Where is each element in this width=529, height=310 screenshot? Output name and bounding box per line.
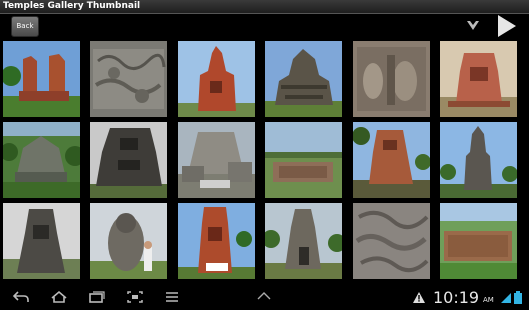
back-nav-icon[interactable]: [12, 290, 30, 304]
thumbnail-17[interactable]: [353, 203, 430, 279]
play-icon[interactable]: [496, 14, 518, 38]
action-bar: [0, 14, 529, 38]
back-button[interactable]: Back: [11, 16, 39, 37]
screenshot-icon[interactable]: [126, 290, 144, 304]
thumbnail-5[interactable]: [353, 41, 430, 117]
thumbnail-2[interactable]: [90, 41, 167, 117]
thumbnail-9[interactable]: [178, 122, 255, 198]
clock-time: 10:19: [433, 288, 480, 307]
thumbnail-14[interactable]: [90, 203, 167, 279]
thumbnail-3[interactable]: [178, 41, 255, 117]
overflow-menu-icon[interactable]: [466, 18, 480, 32]
title-bar: Temples Gallery Thumbnail: [0, 0, 529, 14]
thumbnail-7[interactable]: [3, 122, 80, 198]
thumbnail-8[interactable]: [90, 122, 167, 198]
thumbnail-grid: [3, 41, 523, 284]
warning-icon: [413, 292, 425, 303]
thumbnail-4[interactable]: [265, 41, 342, 117]
thumbnail-10[interactable]: [265, 122, 342, 198]
home-icon[interactable]: [50, 290, 68, 304]
chevron-up-icon[interactable]: [256, 290, 272, 302]
signal-icon: [501, 293, 511, 303]
menu-icon[interactable]: [164, 290, 180, 304]
recent-apps-icon[interactable]: [88, 290, 106, 304]
clock-ampm: AM: [483, 296, 494, 304]
window-title: Temples Gallery Thumbnail: [3, 1, 141, 11]
thumbnail-1[interactable]: [3, 41, 80, 117]
thumbnail-18[interactable]: [440, 203, 517, 279]
thumbnail-13[interactable]: [3, 203, 80, 279]
thumbnail-12[interactable]: [440, 122, 517, 198]
thumbnail-11[interactable]: [353, 122, 430, 198]
thumbnail-15[interactable]: [178, 203, 255, 279]
clock: 10:19: [433, 288, 479, 307]
battery-icon: [514, 291, 522, 304]
thumbnail-16[interactable]: [265, 203, 342, 279]
thumbnail-6[interactable]: [440, 41, 517, 117]
